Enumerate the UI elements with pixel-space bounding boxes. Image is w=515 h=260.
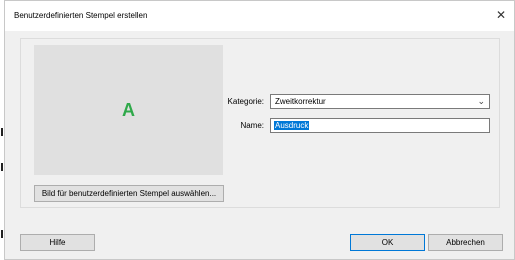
cancel-button[interactable]: Abbrechen <box>428 234 503 251</box>
category-label: Kategorie: <box>227 97 264 106</box>
name-input[interactable]: Ausdruck <box>270 118 490 133</box>
help-button[interactable]: Hilfe <box>20 234 95 251</box>
select-image-button[interactable]: Bild für benutzerdefinierten Stempel aus… <box>34 185 224 202</box>
preview-letter: A <box>122 99 135 120</box>
stamp-preview: A <box>34 45 223 175</box>
ok-button[interactable]: OK <box>350 234 425 251</box>
close-icon[interactable]: ✕ <box>494 8 508 22</box>
dialog-title: Benutzerdefinierten Stempel erstellen <box>14 11 148 20</box>
background-text-fragment <box>1 230 3 238</box>
category-dropdown[interactable]: Zweitkorrektur ⌄ <box>270 94 490 109</box>
chevron-down-icon: ⌄ <box>477 96 485 106</box>
category-value: Zweitkorrektur <box>275 97 326 106</box>
background-text-fragment <box>1 163 3 171</box>
title-bar: Benutzerdefinierten Stempel erstellen ✕ <box>5 1 514 31</box>
background-text-fragment <box>1 128 3 136</box>
name-label: Name: <box>240 121 264 130</box>
name-value: Ausdruck <box>274 121 310 130</box>
